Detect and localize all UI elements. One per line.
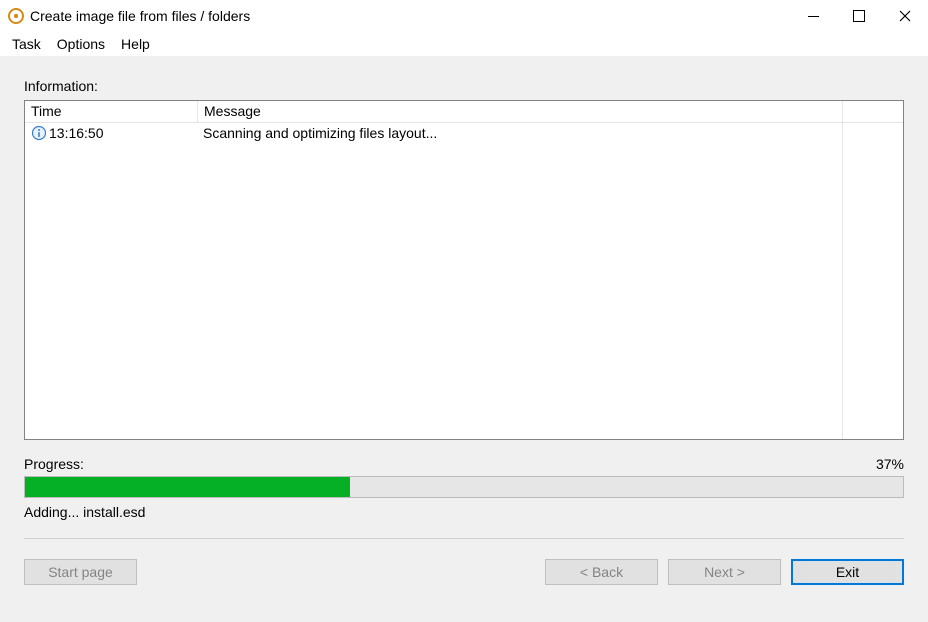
cell-time-text: 13:16:50 — [49, 125, 104, 141]
close-button[interactable] — [882, 0, 928, 32]
client-area: Information: Time Message 13:16:50 Scann… — [0, 56, 928, 622]
table-header: Time Message — [25, 101, 903, 123]
cell-message: Scanning and optimizing files layout... — [197, 123, 903, 143]
titlebar: Create image file from files / folders — [0, 0, 928, 32]
window-title: Create image file from files / folders — [30, 8, 790, 24]
information-label: Information: — [24, 78, 904, 94]
buttons-row: Start page < Back Next > Exit — [24, 559, 904, 585]
progress-fill — [25, 477, 350, 497]
column-time[interactable]: Time — [25, 101, 197, 122]
column-separator — [842, 101, 843, 439]
next-button[interactable]: Next > — [668, 559, 781, 585]
progress-label: Progress: — [24, 456, 84, 472]
back-button[interactable]: < Back — [545, 559, 658, 585]
progress-bar — [24, 476, 904, 498]
minimize-button[interactable] — [790, 0, 836, 32]
menu-options[interactable]: Options — [49, 34, 113, 54]
info-icon — [31, 125, 47, 141]
menu-help[interactable]: Help — [113, 34, 158, 54]
progress-row: Progress: 37% — [24, 456, 904, 472]
app-icon — [8, 8, 24, 24]
menu-task[interactable]: Task — [4, 34, 49, 54]
information-table: Time Message 13:16:50 Scanning and optim… — [24, 100, 904, 440]
window-controls — [790, 0, 928, 32]
maximize-button[interactable] — [836, 0, 882, 32]
start-page-button[interactable]: Start page — [24, 559, 137, 585]
status-text: Adding... install.esd — [24, 504, 904, 520]
table-row: 13:16:50 Scanning and optimizing files l… — [25, 123, 903, 143]
exit-button[interactable]: Exit — [791, 559, 904, 585]
menubar: Task Options Help — [0, 32, 928, 56]
progress-percent: 37% — [876, 456, 904, 472]
column-message[interactable]: Message — [198, 101, 903, 122]
separator — [24, 538, 904, 539]
spacer — [147, 559, 535, 585]
cell-time: 13:16:50 — [25, 123, 197, 143]
